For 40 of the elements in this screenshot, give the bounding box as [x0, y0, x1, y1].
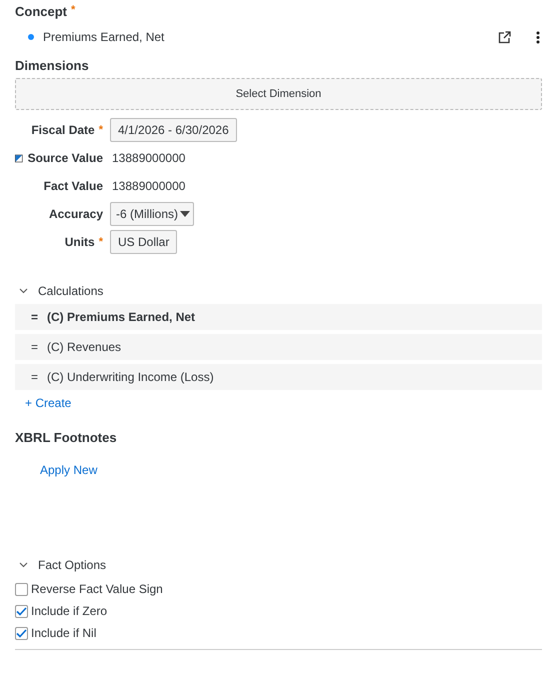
field-label: Units: [64, 235, 95, 249]
required-mark: *: [71, 4, 76, 16]
checkbox-label: Include if Nil: [31, 626, 96, 640]
field-value: 13889000000: [111, 151, 186, 165]
checkbox[interactable]: [15, 626, 28, 640]
required-mark: *: [98, 124, 103, 136]
checkbox[interactable]: [15, 582, 28, 596]
more-icon[interactable]: [534, 28, 542, 46]
equals-sign: =: [31, 370, 38, 384]
field-label: Fiscal Date: [31, 123, 95, 137]
select-dimension-button[interactable]: Select Dimension: [15, 78, 542, 110]
section-title: XBRL Footnotes: [15, 430, 117, 445]
section-title: Dimensions: [15, 58, 89, 73]
checkbox[interactable]: [15, 604, 28, 618]
field-label: Fact Value: [44, 179, 103, 193]
calculation-name: (C) Premiums Earned, Net: [47, 310, 196, 324]
field-label: Source Value: [28, 151, 103, 165]
section-title: Concept: [15, 4, 67, 19]
value-field[interactable]: 4/1/2026 - 6/30/2026: [110, 118, 237, 142]
equals-sign: =: [31, 340, 38, 354]
accuracy-dropdown[interactable]: -6 (Millions): [110, 202, 194, 226]
checkbox-label: Include if Zero: [31, 604, 108, 618]
external-link-icon[interactable]: [496, 28, 513, 46]
create-link[interactable]: + Create: [25, 396, 72, 410]
calculation-row[interactable]: = (C) Premiums Earned, Net: [15, 304, 542, 330]
calculation-row[interactable]: = (C) Revenues: [15, 334, 542, 360]
fact-options-toggle[interactable]: Fact Options: [15, 558, 106, 572]
required-mark: *: [98, 236, 103, 248]
field-label: Accuracy: [48, 207, 103, 221]
equals-sign: =: [31, 310, 38, 324]
calculations-toggle[interactable]: Calculations: [15, 284, 104, 298]
calculation-row[interactable]: = (C) Underwriting Income (Loss): [15, 364, 542, 390]
caret-icon: [180, 211, 190, 217]
calculation-name: (C) Underwriting Income (Loss): [47, 370, 214, 384]
calculation-name: (C) Revenues: [47, 340, 122, 354]
apply-new-link[interactable]: Apply New: [40, 463, 98, 477]
concept-name: Premiums Earned, Net: [43, 30, 164, 44]
field-value: 13889000000: [111, 179, 186, 193]
checkbox-label: Reverse Fact Value Sign: [31, 582, 163, 596]
value-field[interactable]: US Dollar: [110, 230, 178, 254]
